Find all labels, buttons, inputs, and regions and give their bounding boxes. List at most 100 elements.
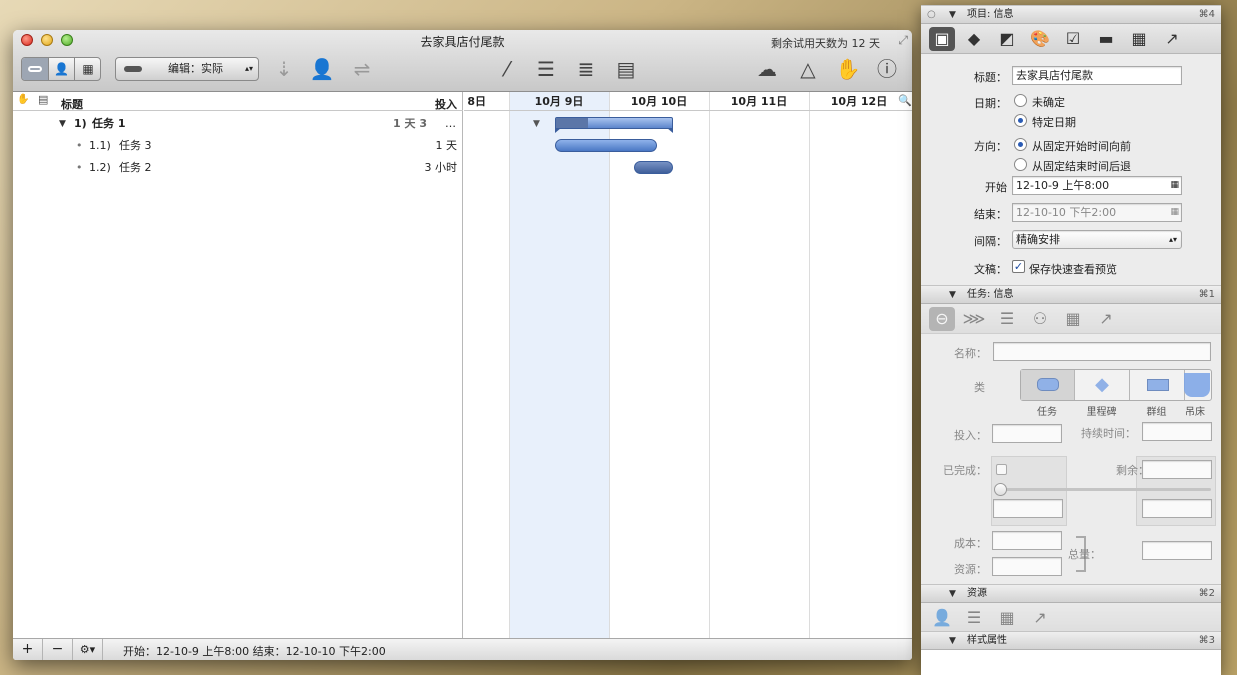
task-bar-task-2[interactable] — [634, 161, 673, 174]
export-icon[interactable]: ↗ — [1093, 307, 1119, 331]
task-info-section-header[interactable]: ▼ 任务: 信息 ⌘1 — [921, 285, 1221, 304]
disclosure-triangle-icon[interactable]: ▼ — [949, 632, 956, 650]
section-shortcut: ⌘3 — [1198, 635, 1215, 646]
disclosure-triangle-icon[interactable]: ▼ — [949, 585, 956, 603]
inspector-info-icon[interactable]: ⓘ — [870, 56, 904, 82]
edit-mode-select[interactable]: 编辑：实际 ▴▾ — [115, 57, 259, 81]
section-title: 任务: 信息 — [967, 289, 1014, 300]
zoom-magnifier-icon[interactable]: 🔍 — [898, 94, 912, 107]
gantt-chart[interactable]: 8日 10月 9日 10月 10日 10月 11日 10月 12日 🔍 ▼ — [464, 92, 912, 638]
direction-forward-radio[interactable] — [1014, 138, 1027, 151]
disclosure-triangle-icon[interactable]: ▼ — [949, 286, 956, 304]
dir-opt1-label: 从固定开始时间向前 — [1032, 140, 1131, 153]
date-opt2-label: 特定日期 — [1032, 116, 1076, 129]
panel-close-icon[interactable]: ○ — [927, 6, 936, 24]
view-mode-segmented: 👤 ▦ — [21, 57, 101, 81]
column-title-header[interactable]: 标题 — [61, 96, 83, 112]
level-resources-icon[interactable]: ☰ — [529, 56, 563, 82]
date-specific-radio[interactable] — [1014, 114, 1027, 127]
task-info-icon[interactable]: ⊖ — [929, 307, 955, 331]
export-icon[interactable]: ↗ — [1159, 27, 1185, 51]
project-info-icon[interactable]: ▣ — [929, 27, 955, 51]
completed-checkbox[interactable] — [996, 464, 1007, 475]
completion-slider-track[interactable] — [996, 488, 1211, 491]
milestone-icon[interactable]: ◆ — [961, 27, 987, 51]
task-view-icon[interactable] — [22, 58, 49, 80]
add-task-button[interactable]: + — [13, 639, 43, 660]
effort-field[interactable] — [992, 424, 1062, 443]
task-row[interactable]: ▼ 1) 任务 1 1 天 3 … — [13, 113, 463, 135]
split-task-icon[interactable]: ⁄ — [490, 56, 524, 82]
title-label: 标题： — [974, 71, 1007, 84]
connect-tasks-icon[interactable]: ⇌ — [345, 56, 379, 82]
total-field[interactable] — [1142, 541, 1212, 560]
assignees-icon[interactable]: ⚇ — [1027, 307, 1053, 331]
style-icon[interactable]: ◩ — [994, 27, 1020, 51]
group-disclosure-icon[interactable]: ▼ — [533, 119, 540, 129]
styles-icon[interactable]: △ — [791, 56, 825, 82]
type-milestone-label: 里程碑 — [1086, 407, 1117, 418]
violations-icon[interactable]: ✋ — [831, 56, 865, 82]
task-row[interactable]: • 1.2) 任务 2 3 小时 — [13, 157, 463, 179]
remaining-label: 剩余： — [1116, 464, 1149, 477]
fullscreen-icon[interactable]: ⤢ — [898, 33, 908, 48]
edit-mode-label: 编辑：实际 — [168, 62, 223, 75]
outline-header: ✋ ▤ 标题 投入 — [13, 92, 463, 111]
type-task-button[interactable] — [1021, 370, 1075, 400]
resources-section-header[interactable]: ▼ 资源 ⌘2 — [921, 584, 1221, 603]
task-bar-task-3[interactable] — [555, 139, 657, 152]
calendar-icon[interactable]: ▬ — [1093, 27, 1119, 51]
checklist-icon[interactable]: ☑ — [1060, 27, 1086, 51]
project-title-field[interactable]: 去家具店付尾款 — [1012, 66, 1182, 85]
remove-task-button[interactable]: − — [43, 639, 73, 660]
style-section-header[interactable]: ▼ 样式属性 ⌘3 — [921, 631, 1221, 650]
date-header: 8日 — [467, 95, 486, 108]
granularity-select[interactable]: 精确安排 ▴▾ — [1012, 230, 1182, 249]
palette-icon[interactable]: 🎨 — [1027, 27, 1053, 51]
share-cloud-icon[interactable]: ☁ — [750, 56, 784, 82]
add-dependency-icon[interactable]: ⇣ — [267, 56, 301, 82]
table-icon[interactable]: ▦ — [994, 606, 1020, 630]
group-bar-task-1[interactable] — [555, 117, 673, 129]
resource-assign-icon[interactable]: ☰ — [961, 606, 987, 630]
task-row[interactable]: • 1.1) 任务 3 1 天 — [13, 135, 463, 157]
add-resource-icon[interactable]: 👤 — [305, 56, 339, 82]
catch-up-icon[interactable]: ≣ — [569, 56, 603, 82]
dependencies-icon[interactable]: ⋙ — [961, 307, 987, 331]
outline-pane: ✋ ▤ 标题 投入 ▼ 1) 任务 1 1 天 3 … • 1.1) 任务 3 … — [13, 92, 463, 638]
duration-field[interactable] — [1142, 422, 1212, 441]
note-icon[interactable]: ▤ — [38, 93, 48, 106]
name-label: 名称： — [954, 347, 987, 360]
calendar-picker-icon[interactable]: ▦ — [1170, 177, 1179, 194]
person-icon[interactable]: 👤 — [929, 606, 955, 630]
table-icon[interactable]: ▦ — [1126, 27, 1152, 51]
export-icon[interactable]: ↗ — [1027, 606, 1053, 630]
type-milestone-button[interactable]: ◆ — [1075, 370, 1130, 400]
effort-label: 投入： — [954, 429, 987, 442]
task-effort-overflow: … — [445, 117, 456, 130]
table-icon[interactable]: ▦ — [1060, 307, 1086, 331]
direction-backward-radio[interactable] — [1014, 158, 1027, 171]
completion-slider-thumb[interactable] — [994, 483, 1007, 496]
action-gear-button[interactable]: ⚙▾ — [73, 639, 103, 660]
start-date-field[interactable]: 12-10-9 上午8:00 ▦ — [1012, 176, 1182, 195]
task-name: 任务 2 — [119, 161, 152, 174]
hand-icon[interactable]: ✋ — [17, 94, 29, 105]
calendar-view-icon[interactable]: ▦ — [75, 58, 101, 80]
task-resource-icon[interactable]: ☰ — [994, 307, 1020, 331]
disclosure-triangle-icon[interactable]: ▼ — [949, 6, 956, 24]
type-group-button[interactable] — [1130, 370, 1185, 400]
remaining-value-field[interactable] — [1142, 499, 1212, 518]
direction-label: 方向： — [974, 140, 1007, 153]
hammock-icon — [1184, 373, 1210, 397]
remaining-field[interactable] — [1142, 460, 1212, 479]
resource-view-icon[interactable]: 👤 — [49, 58, 75, 80]
save-quicklook-checkbox[interactable]: ✓ — [1012, 260, 1025, 273]
baseline-icon[interactable]: ▤ — [609, 56, 643, 82]
project-info-section-header[interactable]: ○ ▼ 项目: 信息 ⌘4 — [921, 5, 1221, 24]
chevron-updown-icon: ▴▾ — [244, 64, 253, 73]
task-name-field[interactable] — [993, 342, 1211, 361]
completed-value-field[interactable] — [993, 499, 1063, 518]
date-undetermined-radio[interactable] — [1014, 94, 1027, 107]
disclosure-triangle-icon[interactable]: ▼ — [59, 113, 66, 135]
